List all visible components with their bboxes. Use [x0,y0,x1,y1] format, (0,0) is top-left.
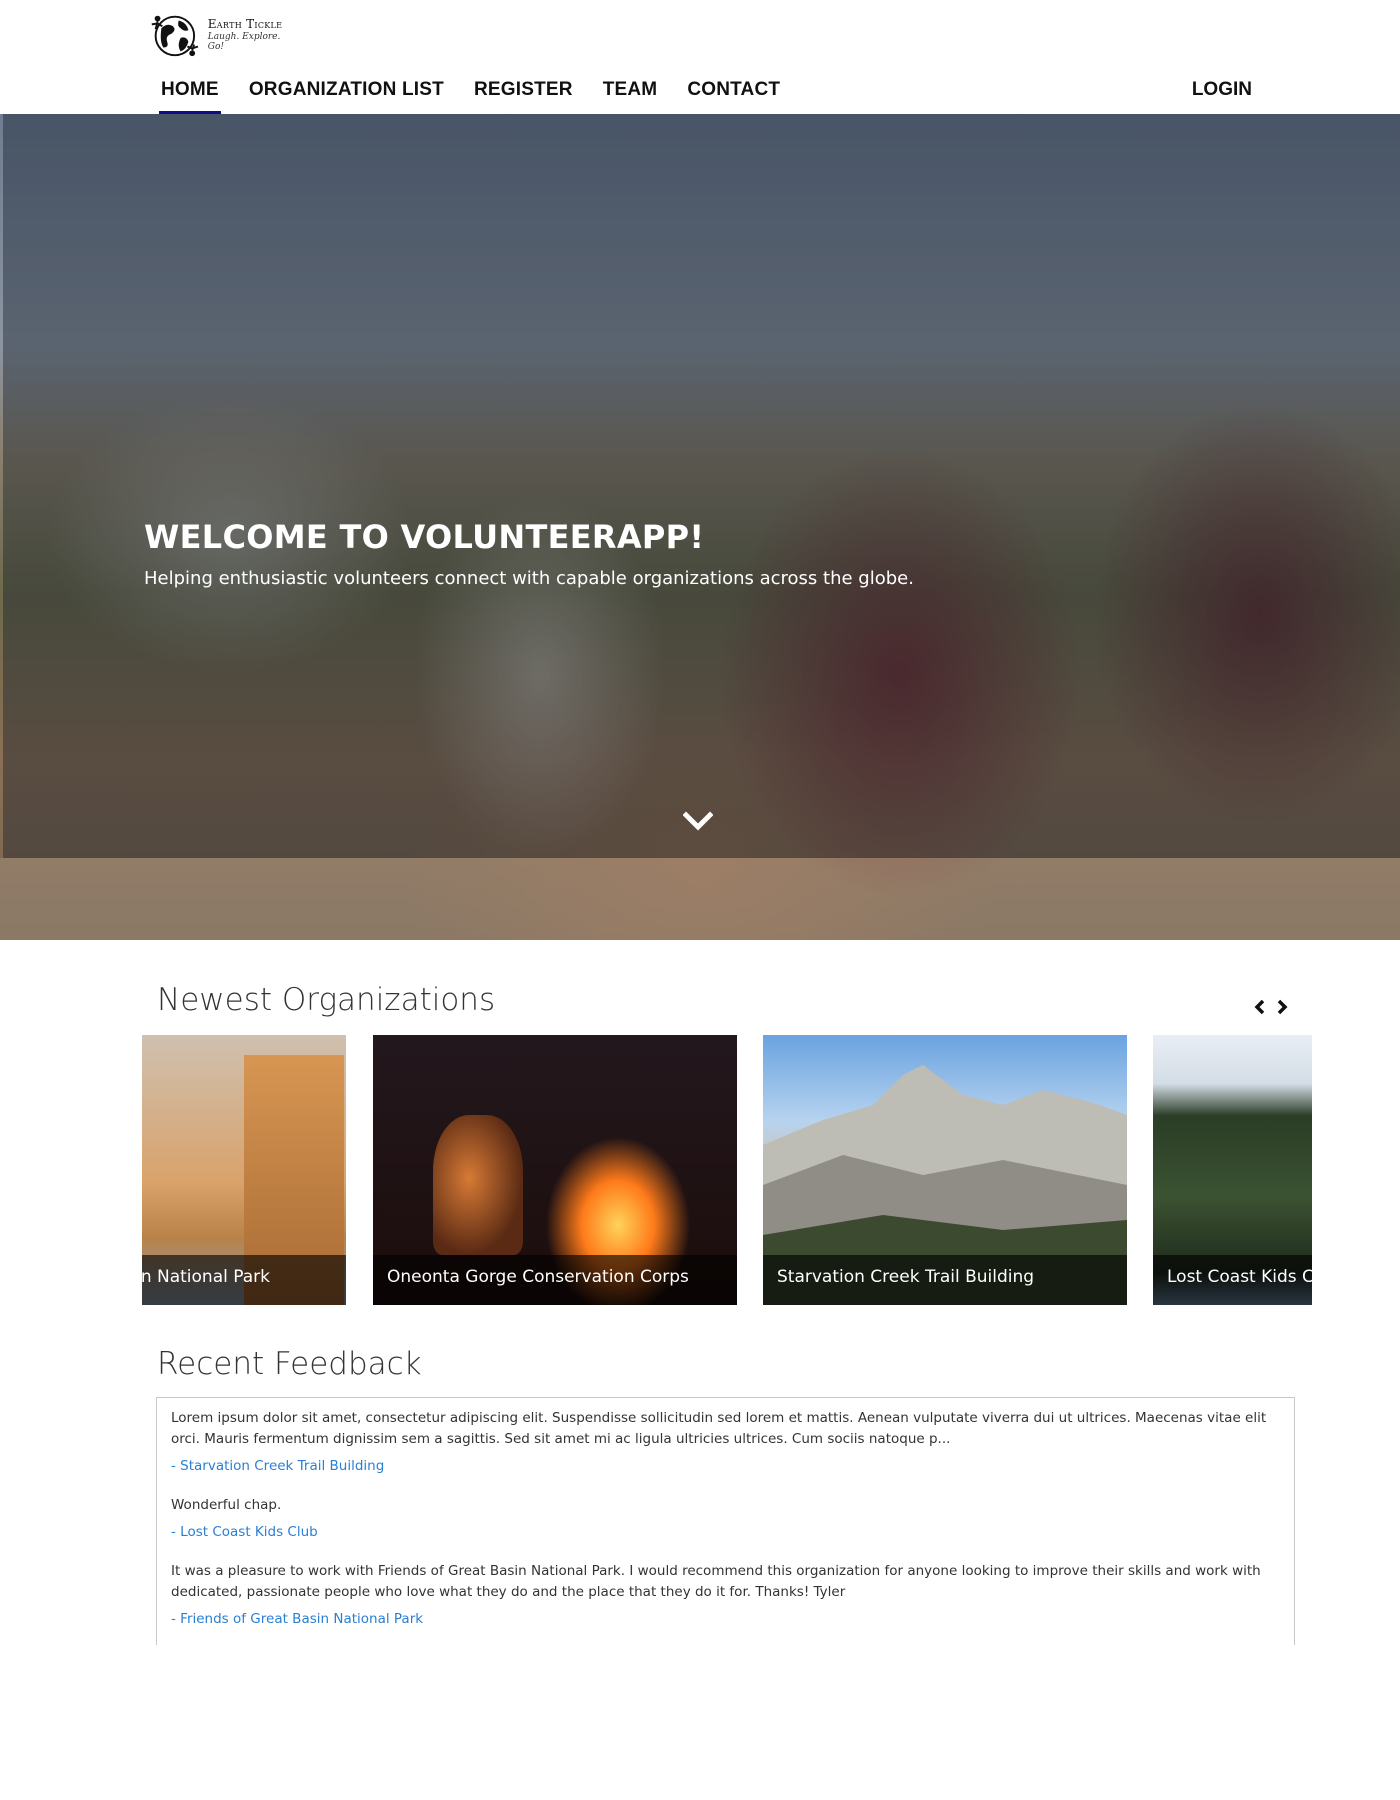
brand-name: Earth Tickle [207,16,283,31]
nav-team[interactable]: TEAM [588,66,673,114]
nav-home[interactable]: HOME [146,66,234,114]
nav-organization-list[interactable]: ORGANIZATION LIST [234,66,459,114]
feedback-org-link[interactable]: - Friends of Great Basin National Park [171,1611,423,1627]
chevron-left-icon[interactable] [1252,996,1268,1018]
feedback-text: It was a pleasure to work with Friends o… [171,1563,1261,1600]
nav-register[interactable]: REGISTER [459,66,588,114]
feedback-org-link[interactable]: - Starvation Creek Trail Building [171,1458,384,1474]
carousel-controls [1252,996,1290,1018]
feedback-text: Lorem ipsum dolor sit amet, consectetur … [171,1410,1267,1447]
brand-logo[interactable]: Earth Tickle Laugh. Explore. Go! [146,4,296,64]
newest-organizations-title: Newest Organizations [157,982,496,1018]
recent-feedback-title: Recent Feedback [157,1346,422,1382]
organization-card[interactable]: Starvation Creek Trail Building [763,1035,1127,1305]
site-header: Earth Tickle Laugh. Explore. Go! HOME OR… [0,0,1400,114]
main-nav: HOME ORGANIZATION LIST REGISTER TEAM CON… [146,66,795,114]
organization-card-name: Oneonta Gorge Conservation Corps [373,1255,737,1305]
globe-logo-icon [151,15,199,57]
feedback-item: Wonderful chap. - Lost Coast Kids Club [171,1495,1280,1541]
feedback-item: Lorem ipsum dolor sit amet, consectetur … [171,1408,1280,1475]
brand-tagline: Laugh. Explore. Go! [207,31,281,52]
hero-subtitle: Helping enthusiastic volunteers connect … [144,568,914,589]
feedback-org-link[interactable]: - Lost Coast Kids Club [171,1524,318,1540]
feedback-text: Wonderful chap. [171,1497,282,1513]
hero-image-band [0,858,1400,940]
organization-card[interactable]: Oneonta Gorge Conservation Corps [373,1035,737,1305]
organization-card-name: asin National Park [142,1255,346,1305]
nav-login[interactable]: LOGIN [1192,66,1252,114]
organization-card[interactable]: Lost Coast Kids Club [1153,1035,1312,1305]
organization-card-name: Lost Coast Kids Club [1153,1255,1312,1305]
hero-overlay [3,114,1400,858]
brand-text: Earth Tickle Laugh. Explore. Go! [208,17,296,52]
feedback-list[interactable]: Lorem ipsum dolor sit amet, consectetur … [156,1397,1295,1645]
feedback-item: It was a pleasure to work with Friends o… [171,1561,1280,1628]
organizations-carousel: asin National Park Oneonta Gorge Conserv… [142,1035,1312,1305]
chevron-down-icon[interactable] [683,810,713,832]
hero-banner: WELCOME TO VOLUNTEERAPP! Helping enthusi… [0,114,1400,940]
organization-card[interactable]: asin National Park [142,1035,346,1305]
nav-contact[interactable]: CONTACT [672,66,795,114]
hero-title: WELCOME TO VOLUNTEERAPP! [144,518,705,556]
organization-card-name: Starvation Creek Trail Building [763,1255,1127,1305]
chevron-right-icon[interactable] [1274,996,1290,1018]
